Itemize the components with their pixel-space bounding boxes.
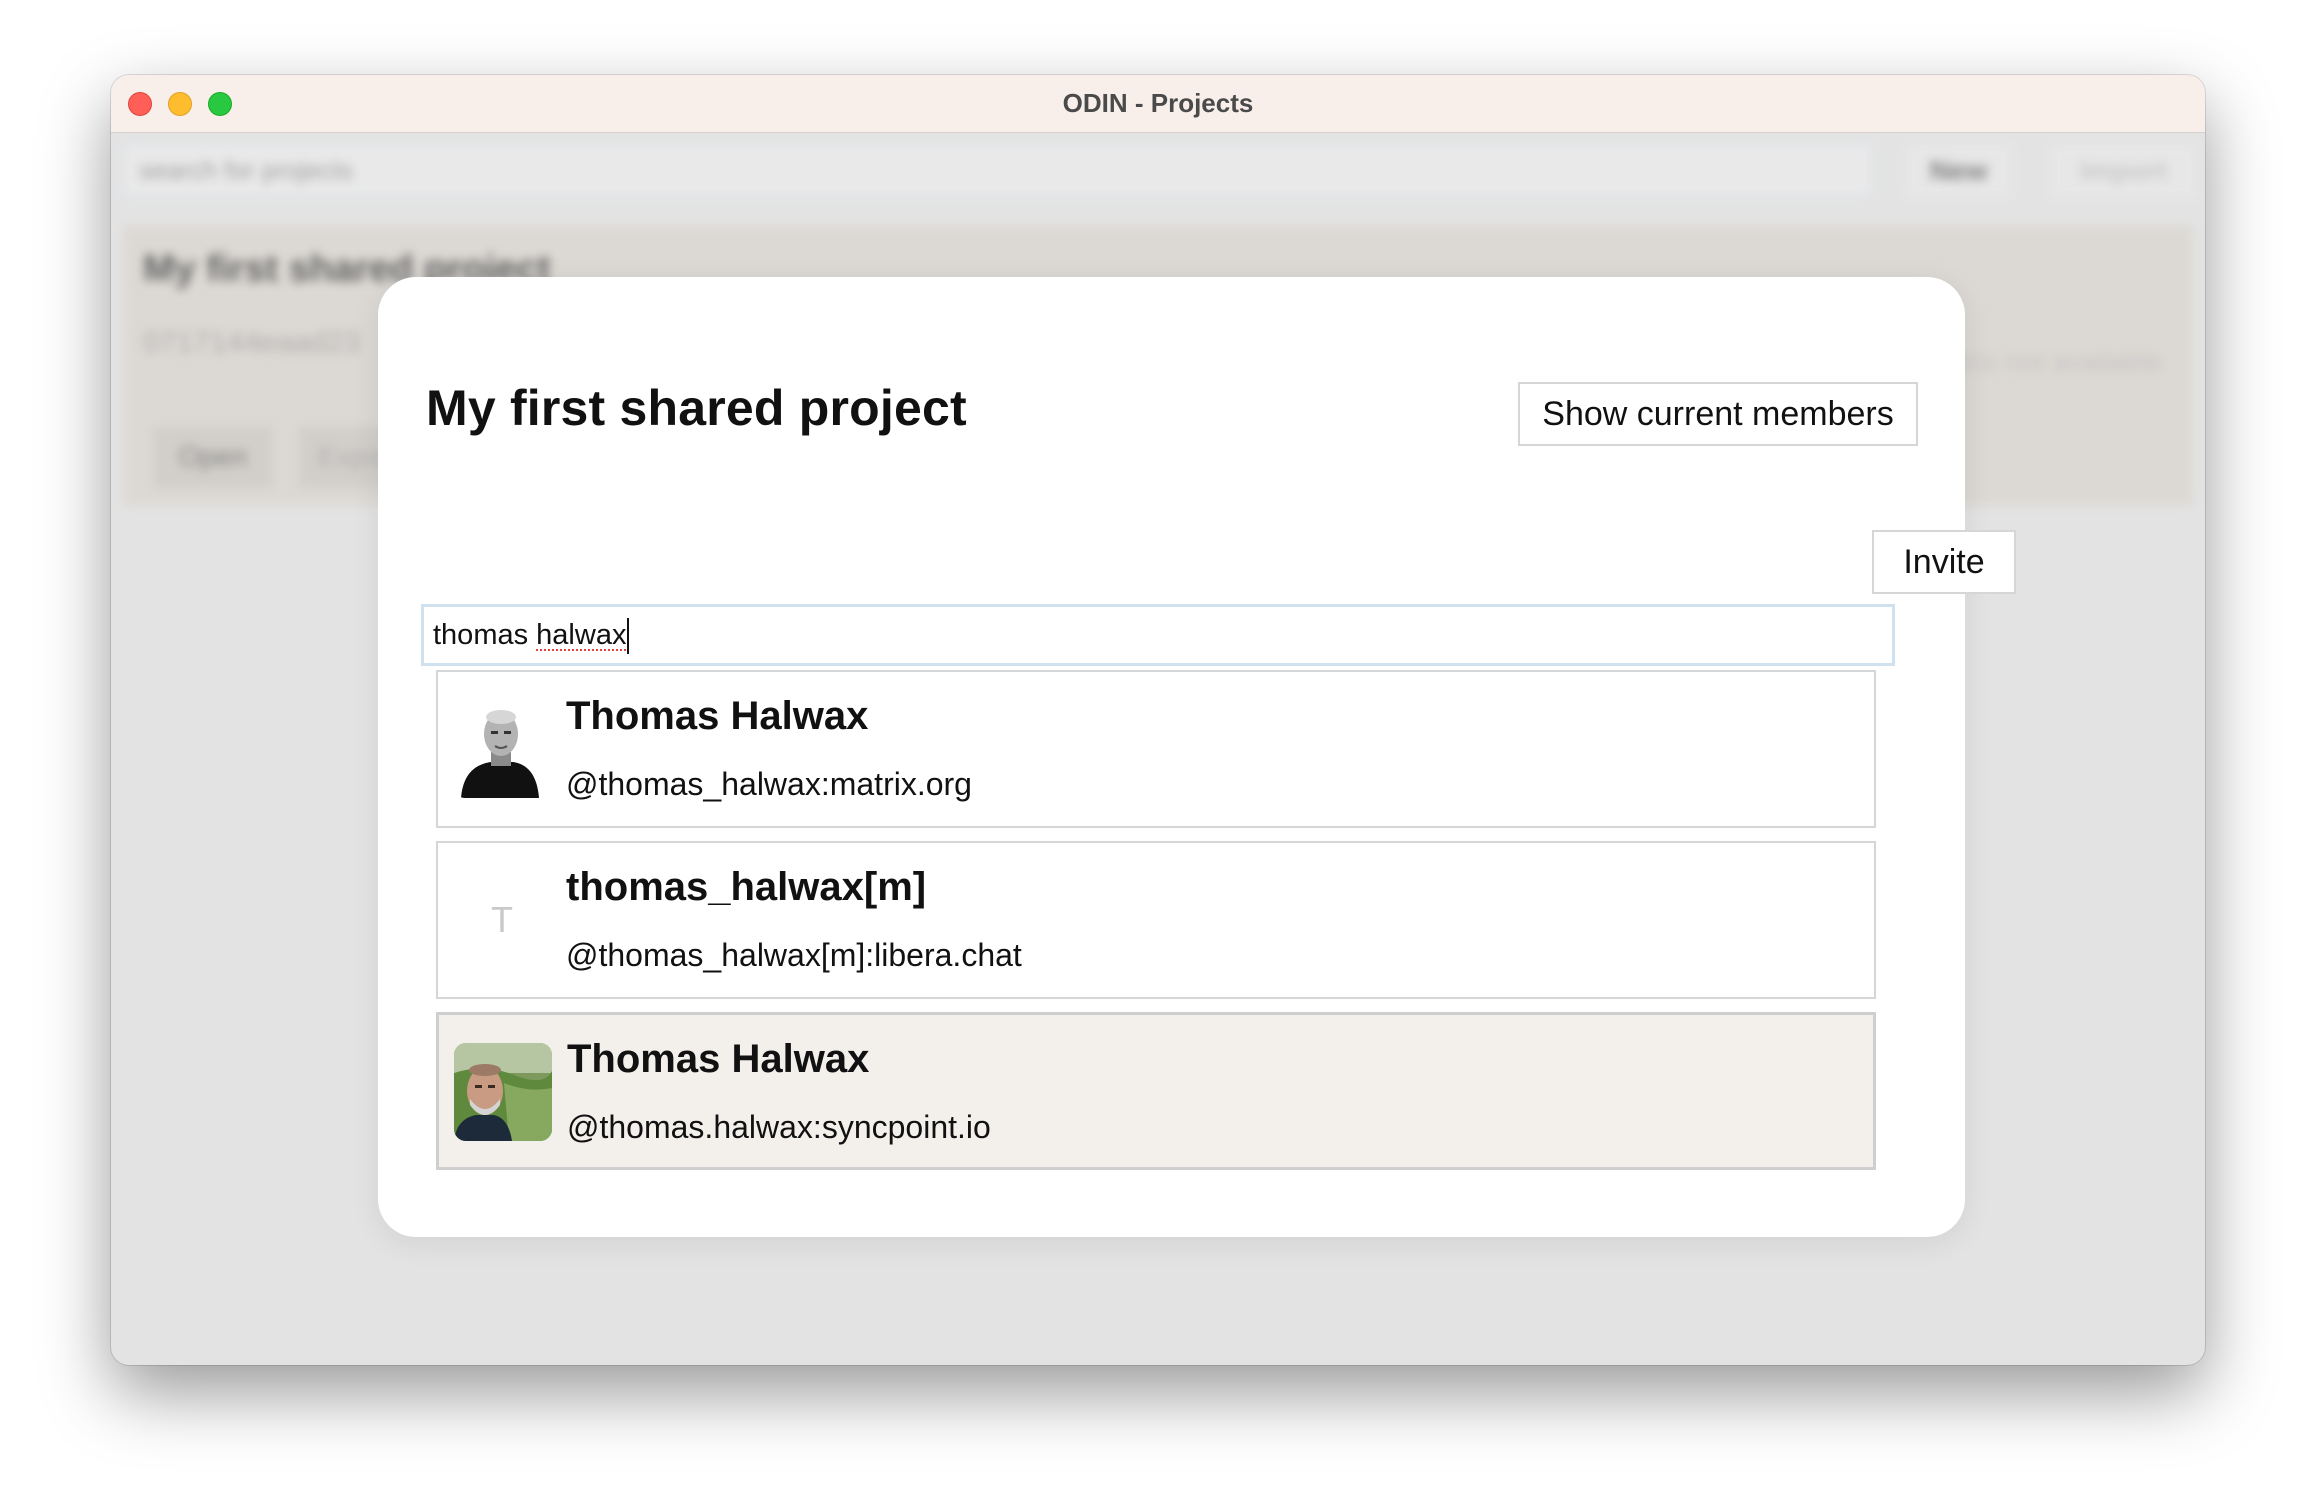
- new-project-button: New: [1906, 145, 2011, 197]
- user-result-row-selected[interactable]: Thomas Halwax @thomas.halwax:syncpoint.i…: [436, 1012, 1876, 1170]
- avatar-initial: T: [491, 899, 513, 940]
- title-bar: ODIN - Projects: [111, 75, 2205, 133]
- app-window: ODIN - Projects search for projects New …: [111, 75, 2205, 1365]
- user-result-row[interactable]: Thomas Halwax @thomas_halwax:matrix.org: [436, 670, 1876, 828]
- user-result-row[interactable]: T thomas_halwax[m] @thomas_halwax[m]:lib…: [436, 841, 1876, 999]
- share-project-dialog: My first shared project Show current mem…: [378, 277, 2016, 1237]
- user-matrix-id: @thomas.halwax:syncpoint.io: [567, 1109, 991, 1145]
- user-display-name: thomas_halwax[m]: [566, 865, 927, 909]
- import-project-button: Import: [2051, 145, 2196, 197]
- portrait-photo-icon: [454, 1043, 552, 1141]
- portrait-photo-icon: [453, 700, 551, 798]
- search-value-misspelled: halwax: [536, 619, 627, 651]
- window-title: ODIN - Projects: [1062, 88, 1254, 118]
- user-matrix-id: @thomas_halwax:matrix.org: [566, 766, 972, 802]
- text-caret: [627, 618, 630, 655]
- user-search-results: Thomas Halwax @thomas_halwax:matrix.org …: [436, 670, 1876, 1183]
- user-display-name: Thomas Halwax: [566, 694, 869, 738]
- dialog-title: My first shared project: [426, 380, 967, 436]
- project-open-button: Open: [153, 426, 273, 488]
- project-card-id: 0717144eaad23: [143, 326, 360, 359]
- user-display-name: Thomas Halwax: [567, 1037, 870, 1081]
- user-search-input[interactable]: thomas halwax: [421, 604, 1895, 666]
- user-avatar: [453, 700, 551, 798]
- user-avatar: T: [453, 871, 551, 969]
- project-search-input: search for projects: [123, 143, 1873, 197]
- show-members-button[interactable]: Show current members: [1518, 382, 1918, 446]
- user-matrix-id: @thomas_halwax[m]:libera.chat: [566, 937, 1022, 973]
- search-value-prefix: thomas: [433, 619, 537, 651]
- user-avatar: [454, 1043, 552, 1141]
- invite-button[interactable]: Invite: [1872, 530, 2016, 594]
